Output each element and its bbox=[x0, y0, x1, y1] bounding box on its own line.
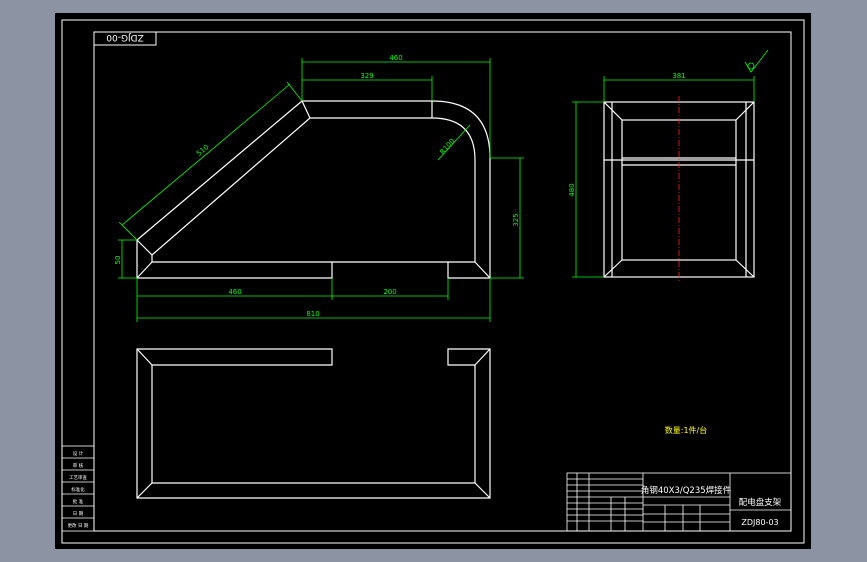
dim-top-straight: 329 bbox=[360, 72, 373, 80]
left-strip-label: 设 计 bbox=[73, 450, 84, 457]
dim-bottom-overall: 810 bbox=[306, 310, 319, 318]
title-material: 角钢40X3/Q235焊接件 bbox=[641, 485, 732, 496]
left-strip-label: 工艺审查 bbox=[69, 474, 87, 481]
drawing-sheet bbox=[55, 13, 811, 549]
code-stamp-text: ZDJG-00 bbox=[106, 32, 144, 42]
dim-left-height: 50 bbox=[114, 256, 122, 265]
title-part-name: 配电盘支架 bbox=[739, 497, 782, 508]
quantity-note: 数量:1件/台 bbox=[665, 425, 707, 435]
left-strip-label: 更改 日 期 bbox=[68, 522, 89, 529]
dim-bottom-left: 460 bbox=[228, 288, 241, 296]
left-strip-label: 审 核 bbox=[73, 462, 84, 469]
dim-right-height: 325 bbox=[512, 213, 520, 226]
dim-side-width: 381 bbox=[672, 72, 685, 80]
left-strip-label: 批 准 bbox=[73, 498, 84, 505]
dim-top-overall: 460 bbox=[389, 54, 402, 62]
drawing-viewport: ZDJG-00 460 329 510 R100 325 50 460 200 … bbox=[55, 13, 811, 549]
left-strip-label: 标准化 bbox=[71, 486, 85, 493]
dim-bottom-right: 200 bbox=[383, 288, 396, 296]
title-drawing-no: ZDJ80-03 bbox=[741, 518, 778, 527]
left-strip-label: 日 期 bbox=[73, 511, 84, 517]
dim-side-height: 480 bbox=[568, 183, 576, 196]
